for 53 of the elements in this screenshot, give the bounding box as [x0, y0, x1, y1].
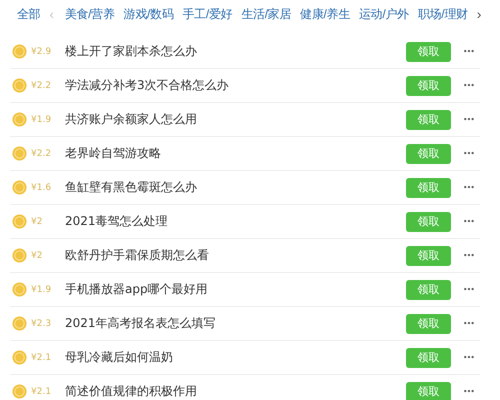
reward-price: ¥2.2 — [31, 80, 52, 90]
more-button[interactable]: ••• — [462, 183, 474, 192]
reward-price: ¥2.1 — [31, 352, 52, 362]
reward-price: ¥1.9 — [31, 114, 52, 124]
coin-icon — [12, 316, 27, 331]
coin-icon — [12, 214, 27, 229]
coin-icon — [12, 384, 27, 399]
reward-price: ¥2.2 — [31, 148, 52, 158]
more-button[interactable]: ••• — [462, 217, 474, 226]
coin-icon — [12, 282, 27, 297]
task-title: 手机播放器app哪个最好用 — [65, 281, 209, 298]
more-button[interactable]: ••• — [462, 47, 474, 56]
task-title: 老界岭自驾游攻略 — [65, 145, 162, 162]
coin-icon — [12, 350, 27, 365]
reward-price: ¥2 — [31, 216, 44, 226]
more-button[interactable]: ••• — [462, 81, 474, 90]
more-button[interactable]: ••• — [462, 149, 474, 158]
task-title: 共济账户余额家人怎么用 — [65, 111, 198, 128]
task-title: 欧舒丹护手霜保质期怎么看 — [65, 247, 210, 264]
task-title: 2021毒驾怎么处理 — [65, 213, 169, 230]
coin-icon — [12, 146, 27, 161]
more-button[interactable]: ••• — [462, 353, 474, 362]
category-tab[interactable]: 运动/户外 — [359, 6, 409, 22]
coin-icon — [12, 44, 27, 59]
reward-price: ¥1.9 — [31, 284, 52, 294]
task-title: 2021年高考报名表怎么填写 — [65, 315, 217, 332]
category-tab[interactable]: 生活/家居 — [241, 6, 292, 22]
task-title: 鱼缸壁有黑色霉斑怎么办 — [65, 179, 198, 196]
category-tab[interactable]: 游戏/数码 — [124, 6, 174, 22]
next-arrow[interactable]: › — [476, 6, 482, 22]
coin-icon — [12, 78, 27, 93]
task-title: 楼上开了家剧本杀怎么办 — [65, 43, 198, 60]
reward-price: ¥1.6 — [31, 182, 52, 192]
category-tab[interactable]: 全部 — [17, 6, 40, 22]
more-button[interactable]: ••• — [462, 251, 474, 260]
more-button[interactable]: ••• — [462, 319, 474, 328]
more-button[interactable]: ••• — [462, 115, 474, 124]
task-title: 简述价值规律的积极作用 — [65, 383, 198, 400]
category-tab[interactable]: 手工/爱好 — [182, 6, 232, 22]
coin-icon — [12, 112, 27, 127]
more-button[interactable]: ••• — [462, 387, 474, 396]
coin-icon — [12, 248, 27, 263]
reward-price: ¥2.9 — [31, 46, 52, 56]
category-tab[interactable]: 职场/理财 — [418, 6, 468, 22]
coin-icon — [12, 180, 27, 195]
reward-price: ¥2.3 — [31, 318, 52, 328]
category-tab[interactable]: 健康/养生 — [300, 6, 350, 22]
task-title: 学法减分补考3次不合格怎么办 — [65, 77, 230, 94]
reward-price: ¥2 — [31, 250, 44, 260]
task-title: 母乳冷藏后如何温奶 — [65, 349, 174, 366]
reward-price: ¥2.1 — [31, 386, 52, 396]
more-button[interactable]: ••• — [462, 285, 474, 294]
category-tab[interactable]: 美食/营养 — [64, 6, 115, 22]
